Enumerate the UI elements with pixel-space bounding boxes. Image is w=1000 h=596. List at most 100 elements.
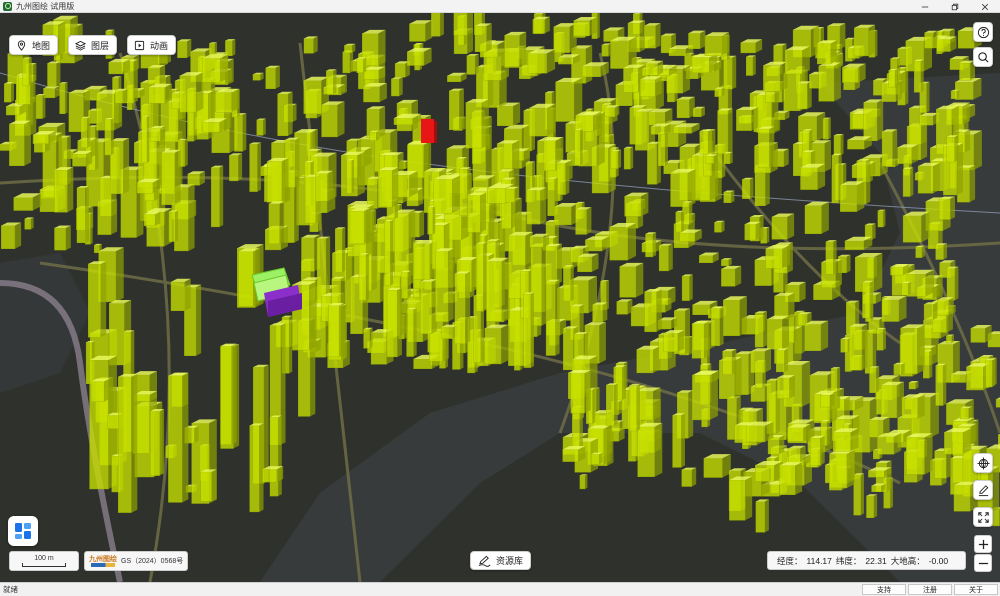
building-408[interactable] bbox=[705, 155, 715, 164]
building-197[interactable] bbox=[363, 69, 379, 80]
building-208[interactable] bbox=[321, 104, 338, 138]
building-535[interactable] bbox=[486, 261, 503, 322]
minimize-button[interactable] bbox=[910, 0, 940, 13]
building-768[interactable] bbox=[570, 373, 585, 414]
building-258[interactable] bbox=[474, 25, 487, 52]
building-726[interactable] bbox=[776, 350, 785, 373]
building-808[interactable] bbox=[262, 469, 278, 483]
building-242[interactable] bbox=[407, 51, 425, 66]
building-54[interactable] bbox=[265, 67, 276, 89]
building-848[interactable] bbox=[953, 485, 971, 512]
building-600[interactable] bbox=[636, 349, 654, 374]
restore-button[interactable] bbox=[940, 0, 970, 13]
building-413[interactable] bbox=[763, 65, 781, 92]
building-201[interactable] bbox=[466, 55, 476, 75]
building-857[interactable] bbox=[869, 419, 884, 438]
building-718[interactable] bbox=[946, 268, 956, 301]
building-386[interactable] bbox=[673, 127, 692, 134]
building-122[interactable] bbox=[161, 152, 176, 205]
building-391[interactable] bbox=[840, 184, 858, 212]
building-684[interactable] bbox=[877, 210, 884, 228]
building-872[interactable] bbox=[745, 425, 766, 443]
building-794[interactable] bbox=[238, 251, 254, 307]
building-131[interactable] bbox=[13, 197, 33, 211]
close-window-button[interactable] bbox=[970, 0, 1000, 13]
building-764[interactable] bbox=[575, 209, 587, 235]
building-120[interactable] bbox=[303, 80, 322, 114]
building-94[interactable] bbox=[99, 178, 112, 217]
building-136[interactable] bbox=[22, 58, 30, 86]
building-760[interactable] bbox=[820, 394, 831, 408]
building-307[interactable] bbox=[746, 56, 754, 76]
building-875[interactable] bbox=[810, 437, 821, 466]
building-544[interactable] bbox=[433, 179, 453, 214]
building-547[interactable] bbox=[454, 273, 466, 344]
building-121[interactable] bbox=[225, 40, 233, 57]
building-559[interactable] bbox=[413, 243, 430, 280]
building-769[interactable] bbox=[606, 384, 615, 426]
building-38[interactable] bbox=[59, 83, 66, 115]
building-748[interactable] bbox=[765, 248, 783, 269]
building-91[interactable] bbox=[168, 211, 176, 242]
building-756[interactable] bbox=[658, 245, 669, 272]
building-752[interactable] bbox=[629, 385, 637, 432]
building-203[interactable] bbox=[431, 13, 441, 37]
building-876[interactable] bbox=[779, 465, 796, 495]
building-126[interactable] bbox=[303, 38, 314, 54]
building-871[interactable] bbox=[767, 437, 780, 455]
building-266[interactable] bbox=[356, 58, 364, 73]
building-868[interactable] bbox=[755, 465, 775, 482]
building-198[interactable] bbox=[555, 81, 575, 122]
building-115[interactable] bbox=[209, 43, 215, 55]
building-612[interactable] bbox=[563, 328, 574, 371]
building-688[interactable] bbox=[935, 244, 944, 260]
building-253[interactable] bbox=[601, 44, 609, 57]
basemap-switch-button[interactable] bbox=[8, 516, 38, 546]
building-119[interactable] bbox=[9, 123, 25, 166]
building-252[interactable] bbox=[344, 45, 353, 53]
building-567[interactable] bbox=[315, 173, 328, 202]
building-750[interactable] bbox=[880, 385, 898, 418]
map-viewport[interactable]: 地图 图层 动画 100 m 九州图绘 GS（2024）0568号 资源库 经度… bbox=[0, 13, 1000, 582]
building-402[interactable] bbox=[800, 167, 818, 190]
building-678[interactable] bbox=[788, 315, 795, 343]
building-681[interactable] bbox=[840, 338, 849, 353]
building-724[interactable] bbox=[744, 223, 756, 241]
zoom-in-button[interactable] bbox=[974, 535, 992, 553]
building-132[interactable] bbox=[149, 128, 161, 142]
building-393[interactable] bbox=[640, 79, 656, 97]
building-384[interactable] bbox=[693, 108, 702, 117]
building-118[interactable] bbox=[80, 117, 88, 149]
building-390[interactable] bbox=[740, 42, 756, 54]
building-227[interactable] bbox=[582, 66, 601, 77]
building-232[interactable] bbox=[610, 150, 619, 169]
building-565[interactable] bbox=[378, 170, 393, 208]
building-807[interactable] bbox=[90, 381, 105, 402]
building-563[interactable] bbox=[526, 190, 541, 225]
building-275[interactable] bbox=[742, 179, 751, 199]
building-179[interactable] bbox=[623, 147, 631, 170]
building-318[interactable] bbox=[773, 45, 783, 65]
building-742[interactable] bbox=[849, 326, 863, 371]
building-753[interactable] bbox=[577, 256, 593, 272]
building-417[interactable] bbox=[688, 33, 701, 49]
building-539[interactable] bbox=[394, 212, 410, 278]
building-692[interactable] bbox=[675, 211, 682, 233]
building-365[interactable] bbox=[650, 126, 665, 135]
building-379[interactable] bbox=[831, 154, 839, 204]
building-806[interactable] bbox=[168, 375, 183, 503]
building-586[interactable] bbox=[624, 196, 642, 217]
building-273[interactable] bbox=[647, 143, 657, 185]
building-112[interactable] bbox=[76, 187, 86, 243]
building-527[interactable] bbox=[487, 187, 506, 204]
building-701[interactable] bbox=[579, 475, 586, 490]
building-226[interactable] bbox=[369, 131, 377, 141]
building-74[interactable] bbox=[143, 214, 156, 227]
building-543[interactable] bbox=[400, 272, 409, 299]
building-419[interactable] bbox=[723, 152, 731, 164]
building-249[interactable] bbox=[527, 53, 547, 74]
building-551[interactable] bbox=[349, 210, 365, 244]
building-257[interactable] bbox=[504, 35, 520, 68]
building-869[interactable] bbox=[853, 474, 862, 516]
building-837[interactable] bbox=[970, 328, 986, 343]
